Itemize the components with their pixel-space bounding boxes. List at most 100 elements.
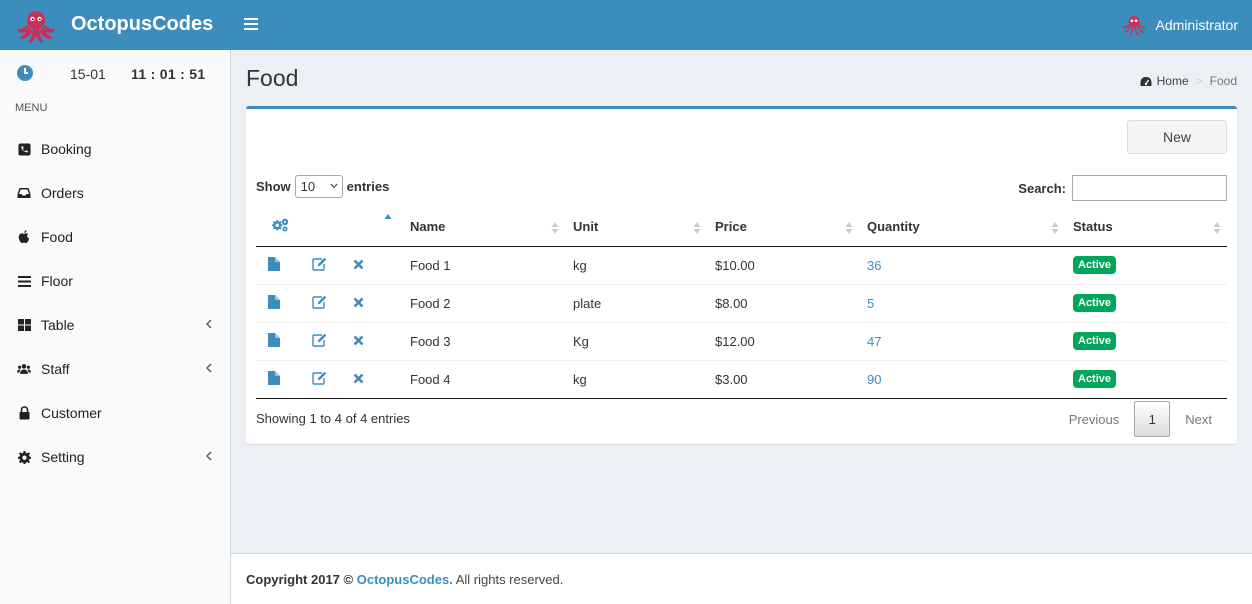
entries-select[interactable]: 10 [294,175,343,198]
cell-name: Food 4 [402,360,565,399]
cell-unit: Kg [565,322,707,361]
column-header-status[interactable]: Status [1065,208,1227,247]
content-header: Food Home > Food [231,50,1252,106]
table-row: Food 2 plate $8.00 5 Active [256,284,1227,323]
sort-icon [845,222,853,234]
sidebar: 15-01 11 : 01 : 51 MENU Booking Orders F… [0,50,231,604]
chevron-left-icon[interactable] [205,450,213,462]
copyright-suffix: All rights reserved. [455,572,564,587]
cell-unit: plate [565,284,707,323]
sidebar-item-label: Setting [41,449,85,465]
sidebar-item-setting[interactable]: Setting [0,435,230,479]
octopus-logo-icon [17,11,55,43]
edit-icon[interactable] [311,294,327,310]
actions-header [256,208,303,247]
cell-quantity[interactable]: 90 [859,360,1065,399]
new-button[interactable]: New [1127,120,1227,154]
sort-icon [1051,222,1059,234]
cell-price: $10.00 [707,246,859,285]
column-header-unit[interactable]: Unit [565,208,707,247]
sort-icon [693,222,701,234]
sidebar-item-food[interactable]: Food [0,215,230,259]
table-row: Food 3 Kg $12.00 47 Active [256,322,1227,361]
dashboard-icon [1140,76,1152,86]
user-name[interactable]: Administrator [1156,17,1238,33]
breadcrumb-current: Food [1209,74,1237,88]
sidebar-nav: Booking Orders Food Floor Table Staff Cu… [0,127,230,479]
cell-quantity[interactable]: 36 [859,246,1065,285]
hamburger-icon[interactable] [244,18,258,30]
cell-price: $3.00 [707,360,859,399]
delete-icon[interactable] [350,333,366,349]
sidebar-item-floor[interactable]: Floor [0,259,230,303]
food-list-box: New Show 10 entries Search: Name Unit Pr… [246,106,1237,444]
table-search: Search: [1018,175,1227,201]
edit-icon[interactable] [311,332,327,348]
status-badge: Active [1073,294,1117,312]
status-badge: Active [1073,370,1117,388]
apple-icon [17,230,31,244]
column-header-quantity[interactable]: Quantity [859,208,1065,247]
delete-icon[interactable] [350,371,366,387]
lock-icon [17,406,31,420]
sidebar-item-booking[interactable]: Booking [0,127,230,171]
column-label: Price [715,219,747,235]
column-header-price[interactable]: Price [707,208,859,247]
clock-time: 11 : 01 : 51 [131,66,206,82]
brand-name[interactable]: OctopusCodes [71,13,213,36]
entries-label: entries [346,179,390,194]
sidebar-item-label: Floor [41,273,73,289]
sidebar-item-orders[interactable]: Orders [0,171,230,215]
clock: 15-01 11 : 01 : 51 [0,50,230,96]
cell-price: $12.00 [707,322,859,361]
file-icon[interactable] [266,294,282,310]
edit-icon[interactable] [311,256,327,272]
user-menu[interactable]: Administrator [1121,0,1238,50]
sidebar-item-label: Staff [41,361,70,377]
status-badge: Active [1073,256,1117,274]
search-label: Search: [1018,180,1066,196]
pagination-previous[interactable]: Previous [1054,412,1135,427]
cell-name: Food 3 [402,322,565,361]
edit-icon[interactable] [311,370,327,386]
cell-unit: kg [565,246,707,285]
user-avatar-icon [1121,16,1146,36]
clock-icon [17,65,33,81]
column-label: Unit [573,219,599,235]
pagination-next[interactable]: Next [1170,412,1227,427]
sort-icon [551,222,559,234]
file-icon[interactable] [266,256,282,272]
sidebar-item-label: Booking [41,141,92,157]
pagination-page-1[interactable]: 1 [1134,401,1171,437]
delete-header-sortable[interactable] [342,208,402,247]
table-row: Food 4 kg $3.00 90 Active [256,360,1227,399]
file-icon[interactable] [266,332,282,348]
show-label: Show [256,179,291,194]
breadcrumb-home[interactable]: Home [1157,74,1189,88]
cell-name: Food 2 [402,284,565,323]
entries-length: Show 10 entries [256,175,389,198]
column-header-name[interactable]: Name [402,208,565,247]
sidebar-item-table[interactable]: Table [0,303,230,347]
search-input[interactable] [1072,175,1227,201]
gear-icon [17,450,31,464]
column-label: Name [410,219,446,235]
sidebar-item-customer[interactable]: Customer [0,391,230,435]
cell-quantity[interactable]: 5 [859,284,1065,323]
brand-logo[interactable]: OctopusCodes [0,0,230,50]
footer-brand-link[interactable]: OctopusCodes. [357,572,453,587]
chevron-left-icon[interactable] [205,318,213,330]
clock-date: 15-01 [70,66,106,82]
phone-icon [17,142,31,156]
cell-quantity[interactable]: 47 [859,322,1065,361]
file-icon[interactable] [266,370,282,386]
sidebar-item-label: Orders [41,185,84,201]
entries-value: 10 [300,179,316,194]
delete-icon[interactable] [350,257,366,273]
breadcrumb: Home > Food [1140,74,1237,88]
page-title: Food [246,65,299,91]
chevron-left-icon[interactable] [205,362,213,374]
sidebar-item-staff[interactable]: Staff [0,347,230,391]
cell-unit: kg [565,360,707,399]
delete-icon[interactable] [350,295,366,311]
